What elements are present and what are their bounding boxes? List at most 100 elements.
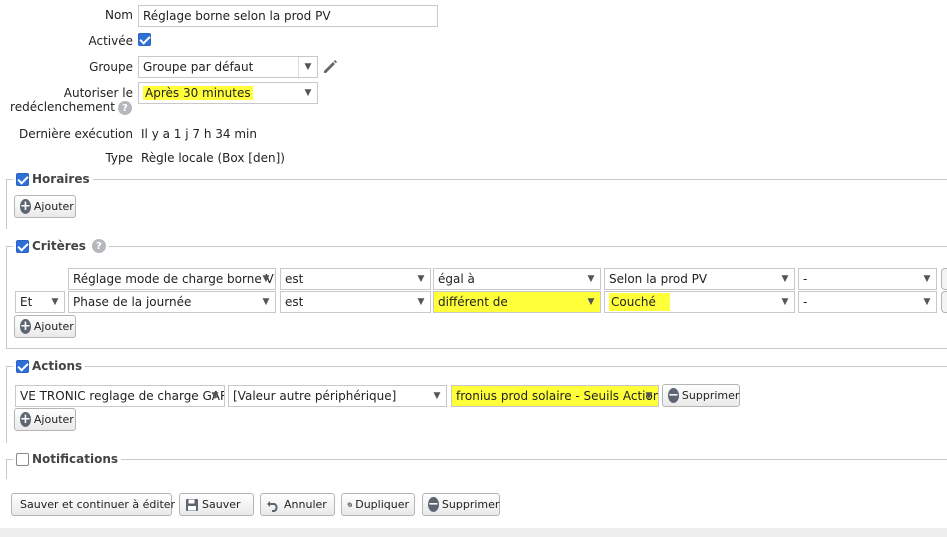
criteria-add-label: Ajouter [33, 320, 74, 333]
type-value: Règle locale (Box [den]) [141, 151, 285, 165]
save-continue-label: Sauver et continuer à éditer [20, 498, 176, 511]
retrigger-label-line1: Autoriser le [63, 86, 133, 100]
schedules-add-button[interactable]: + Ajouter [14, 195, 76, 218]
action-source-select[interactable]: fronius prod solaire - Seuils Actionr ▼ [451, 385, 659, 407]
delete-button[interactable]: − Supprimer [422, 493, 500, 516]
pencil-icon[interactable] [321, 58, 339, 76]
minus-icon: − [668, 388, 679, 403]
action-delete-button[interactable]: − Supprimer [662, 384, 740, 407]
cancel-label: Annuler [284, 498, 327, 511]
duplicate-button[interactable]: Dupliquer [341, 493, 415, 516]
criteria-border [6, 246, 947, 247]
criteria-row-extra-value: - [803, 272, 808, 286]
criteria-row-operator-value: égal à [438, 272, 475, 286]
chevron-down-icon: ▼ [262, 297, 270, 307]
group-select[interactable]: Groupe par défaut ▼ [138, 56, 318, 78]
action-source-value: fronius prod solaire - Seuils Actionr [456, 389, 659, 403]
criteria-row-verb[interactable]: est ▼ [280, 291, 431, 313]
criteria-row-extra[interactable]: - ▼ [798, 268, 937, 290]
schedules-add-label: Ajouter [33, 200, 74, 213]
criteria-row-operator[interactable]: égal à ▼ [433, 268, 601, 290]
chevron-down-icon: ▼ [51, 297, 59, 307]
chevron-down-icon: ▼ [781, 274, 789, 284]
chevron-down-icon: ▼ [298, 57, 317, 77]
criteria-row-subject[interactable]: Réglage mode de charge borne VE ▼ [68, 268, 276, 290]
actions-title: Actions [32, 359, 83, 373]
notifications-title: Notifications [32, 452, 119, 466]
plus-icon: + [20, 199, 31, 214]
criteria-border-bottom [6, 348, 947, 349]
criteria-row-subject[interactable]: Phase de la journée ▼ [68, 291, 276, 313]
footer-bar [0, 528, 947, 537]
schedules-legend: Horaires [13, 172, 93, 186]
criteria-title: Critères [32, 239, 86, 253]
chevron-down-icon: ▼ [262, 274, 270, 284]
undo-icon [267, 500, 278, 512]
retrigger-select[interactable]: Après 30 minutes ▼ [138, 82, 318, 104]
criteria-row-verb-value: est [285, 272, 304, 286]
cancel-button[interactable]: Annuler [260, 493, 335, 516]
actions-add-button[interactable]: + Ajouter [14, 408, 76, 431]
active-label: Activée [88, 34, 133, 48]
action-device-select[interactable]: VE TRONIC reglage de charge GAR ▼ [15, 385, 225, 407]
criteria-row-extra[interactable]: - ▼ [798, 291, 937, 313]
action-mode-value: [Valeur autre périphérique] [233, 389, 397, 403]
criteria-row-subject-value: Réglage mode de charge borne VE [73, 272, 276, 286]
criteria-row-delete-button[interactable] [941, 291, 947, 313]
save-button[interactable]: Sauver [179, 493, 254, 516]
schedules-border-left [6, 179, 7, 229]
chevron-down-icon: ▼ [304, 88, 312, 98]
plus-icon: + [20, 319, 31, 334]
schedules-checkbox[interactable] [16, 172, 29, 186]
chevron-down-icon: ▼ [417, 297, 425, 307]
chevron-down-icon: ▼ [923, 274, 931, 284]
notifications-border-left [6, 459, 7, 479]
group-select-value: Groupe par défaut [143, 60, 254, 74]
schedules-title: Horaires [32, 172, 90, 186]
criteria-row-subject-value: Phase de la journée [73, 295, 192, 309]
criteria-row-operator-value: différent de [438, 295, 508, 309]
save-label: Sauver [202, 498, 241, 511]
criteria-row-value[interactable]: Couché ▼ [604, 291, 795, 313]
chevron-down-icon: ▼ [417, 274, 425, 284]
active-checkbox[interactable] [138, 33, 151, 46]
save-continue-button[interactable]: Sauver et continuer à éditer [11, 493, 176, 516]
criteria-add-button[interactable]: + Ajouter [14, 315, 76, 338]
criteria-row-value-value: Selon la prod PV [609, 272, 708, 286]
actions-border [6, 366, 947, 367]
criteria-checkbox[interactable] [16, 239, 29, 253]
criteria-row-extra-value: - [803, 295, 808, 309]
criteria-row-value-value: Couché [609, 293, 670, 311]
duplicate-icon [347, 502, 353, 507]
criteria-row-delete-button[interactable] [941, 268, 947, 290]
last-exec-value: Il y a 1 j 7 h 34 min [141, 127, 257, 141]
chevron-down-icon: ▼ [645, 391, 653, 401]
help-icon[interactable]: ? [118, 101, 132, 115]
group-label: Groupe [89, 60, 133, 74]
chevron-down-icon: ▼ [587, 274, 595, 284]
criteria-row-verb[interactable]: est ▼ [280, 268, 431, 290]
plus-icon: + [20, 412, 31, 427]
delete-label: Supprimer [441, 498, 500, 511]
floppy-icon [186, 498, 198, 511]
actions-checkbox[interactable] [16, 359, 29, 373]
schedules-border [6, 179, 947, 180]
notifications-checkbox[interactable] [16, 452, 29, 466]
retrigger-select-value: Après 30 minutes [143, 86, 253, 100]
criteria-row-value[interactable]: Selon la prod PV ▼ [604, 268, 795, 290]
notifications-border [6, 459, 947, 460]
help-icon[interactable]: ? [91, 239, 106, 253]
action-device-value: VE TRONIC reglage de charge GAR [20, 389, 225, 403]
action-mode-select[interactable]: [Valeur autre périphérique] ▼ [228, 385, 447, 407]
name-input[interactable]: Réglage borne selon la prod PV [138, 5, 438, 27]
criteria-border-left [6, 246, 7, 348]
notifications-legend: Notifications [13, 452, 122, 466]
criteria-row-verb-value: est [285, 295, 304, 309]
criteria-row-operator[interactable]: différent de ▼ [433, 291, 601, 313]
name-label: Nom [104, 8, 133, 22]
criteria-row-connector[interactable]: Et ▼ [15, 291, 65, 313]
actions-add-label: Ajouter [33, 413, 74, 426]
chevron-down-icon: ▼ [433, 391, 441, 401]
criteria-row-connector-value: Et [20, 295, 33, 309]
chevron-down-icon: ▼ [587, 297, 595, 307]
